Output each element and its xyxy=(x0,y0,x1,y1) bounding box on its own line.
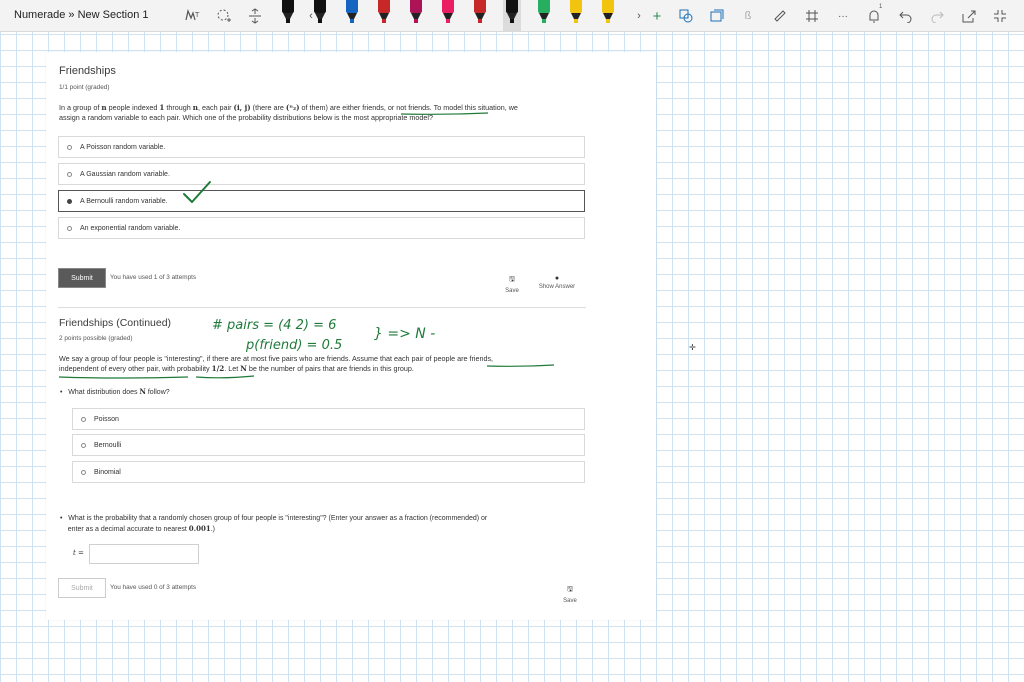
pen-tool-1[interactable] xyxy=(279,0,297,26)
ruler-icon[interactable] xyxy=(770,6,790,26)
cursor-icon: ✛ xyxy=(689,343,696,352)
fullscreen-icon[interactable] xyxy=(990,6,1010,26)
svg-text:T: T xyxy=(194,11,200,19)
answer-input[interactable] xyxy=(89,544,199,564)
radio-button[interactable] xyxy=(67,171,72,177)
radio-button-selected[interactable] xyxy=(67,198,72,204)
page-breadcrumb[interactable]: Numerade » New Section 1 xyxy=(14,9,149,21)
q2-title: Friendships (Continued) xyxy=(59,317,172,329)
q1-points: 1/1 point (graded) xyxy=(59,84,110,91)
problem-panel: Friendships 1/1 point (graded) In a grou… xyxy=(46,52,656,620)
ink-math-icon[interactable]: ß xyxy=(738,6,758,26)
ink-to-text-icon[interactable] xyxy=(707,6,727,26)
q1-attempts: You have used 1 of 3 attempts xyxy=(110,274,197,281)
ink-annotation-probability: p(friend) = 0.5 xyxy=(246,338,343,353)
pen-tool-10[interactable] xyxy=(567,0,585,26)
q2-option-bernoulli[interactable]: Bernoulli xyxy=(72,434,585,456)
q2-save-button[interactable]: 🖫 Save xyxy=(558,585,582,604)
redo-icon[interactable] xyxy=(927,6,947,26)
pen-tool-5[interactable] xyxy=(407,0,425,26)
q1-submit-button[interactable]: Submit xyxy=(58,268,106,288)
save-icon: 🖫 xyxy=(509,276,515,283)
q1-show-answer-button[interactable]: ● Show Answer xyxy=(532,275,582,290)
section-divider xyxy=(58,307,586,308)
add-space-icon[interactable] xyxy=(245,6,265,26)
undo-icon[interactable] xyxy=(896,6,916,26)
q1-prompt: In a group of n people indexed 1 through… xyxy=(59,103,518,122)
answer-label: t = xyxy=(73,549,84,557)
q1-save-button[interactable]: 🖫 Save xyxy=(500,275,524,294)
ink-to-shape-icon[interactable] xyxy=(676,6,696,26)
notification-badge: 1 xyxy=(879,4,883,10)
ink-checkmark xyxy=(183,181,211,203)
info-icon: ● xyxy=(554,275,560,282)
more-pens-right-icon[interactable]: › xyxy=(629,6,649,26)
add-pen-icon[interactable]: + xyxy=(647,6,667,26)
q1-title: Friendships xyxy=(59,65,116,77)
pen-tool-7[interactable] xyxy=(471,0,489,26)
top-toolbar: Numerade » New Section 1 T ‹ › + ß ··· 1 xyxy=(0,0,1024,32)
q2-attempts: You have used 0 of 3 attempts xyxy=(110,584,197,591)
q1-option-bernoulli[interactable]: A Bernoulli random variable. xyxy=(58,190,585,212)
pen-tool-9[interactable] xyxy=(535,0,553,26)
radio-button[interactable] xyxy=(81,416,86,422)
q2-submit-button[interactable]: Submit xyxy=(58,578,106,598)
radio-button[interactable] xyxy=(81,442,86,448)
radio-button[interactable] xyxy=(67,144,72,150)
pen-tool-8[interactable] xyxy=(503,0,521,31)
ink-underline xyxy=(400,112,489,115)
pen-tool-4[interactable] xyxy=(375,0,393,26)
pen-tool-3[interactable] xyxy=(343,0,361,26)
q1-option-poisson[interactable]: A Poisson random variable. xyxy=(58,136,585,158)
ink-annotation-arrow: } => N - xyxy=(374,326,436,342)
q2-sub2-question: • What is the probability that a randoml… xyxy=(60,515,488,533)
notification-icon[interactable]: 1 xyxy=(864,4,884,26)
pen-tool-11[interactable] xyxy=(599,0,617,26)
q1-option-gaussian[interactable]: A Gaussian random variable. xyxy=(58,163,585,185)
save-icon: 🖫 xyxy=(567,586,573,593)
ink-annotation-pairs: # pairs = (4 2) = 6 xyxy=(212,318,337,333)
grid-icon[interactable] xyxy=(802,6,822,26)
more-pens-left-icon[interactable]: ‹ xyxy=(301,6,321,26)
q2-option-poisson[interactable]: Poisson xyxy=(72,408,585,430)
q2-points: 2 points possible (graded) xyxy=(59,335,133,342)
q2-sub1-question: • What distribution does N follow? xyxy=(60,387,170,396)
radio-button[interactable] xyxy=(81,469,86,475)
radio-button[interactable] xyxy=(67,225,72,231)
share-icon[interactable] xyxy=(959,6,979,26)
ink-underline xyxy=(486,364,555,367)
pen-tool-6[interactable] xyxy=(439,0,457,26)
q2-option-binomial[interactable]: Binomial xyxy=(72,461,585,483)
lasso-select-icon[interactable]: T xyxy=(182,6,202,26)
q1-option-exponential[interactable]: An exponential random variable. xyxy=(58,217,585,239)
ink-underline xyxy=(58,375,255,379)
more-icon[interactable]: ··· xyxy=(833,6,853,26)
add-shape-icon[interactable] xyxy=(214,6,234,26)
